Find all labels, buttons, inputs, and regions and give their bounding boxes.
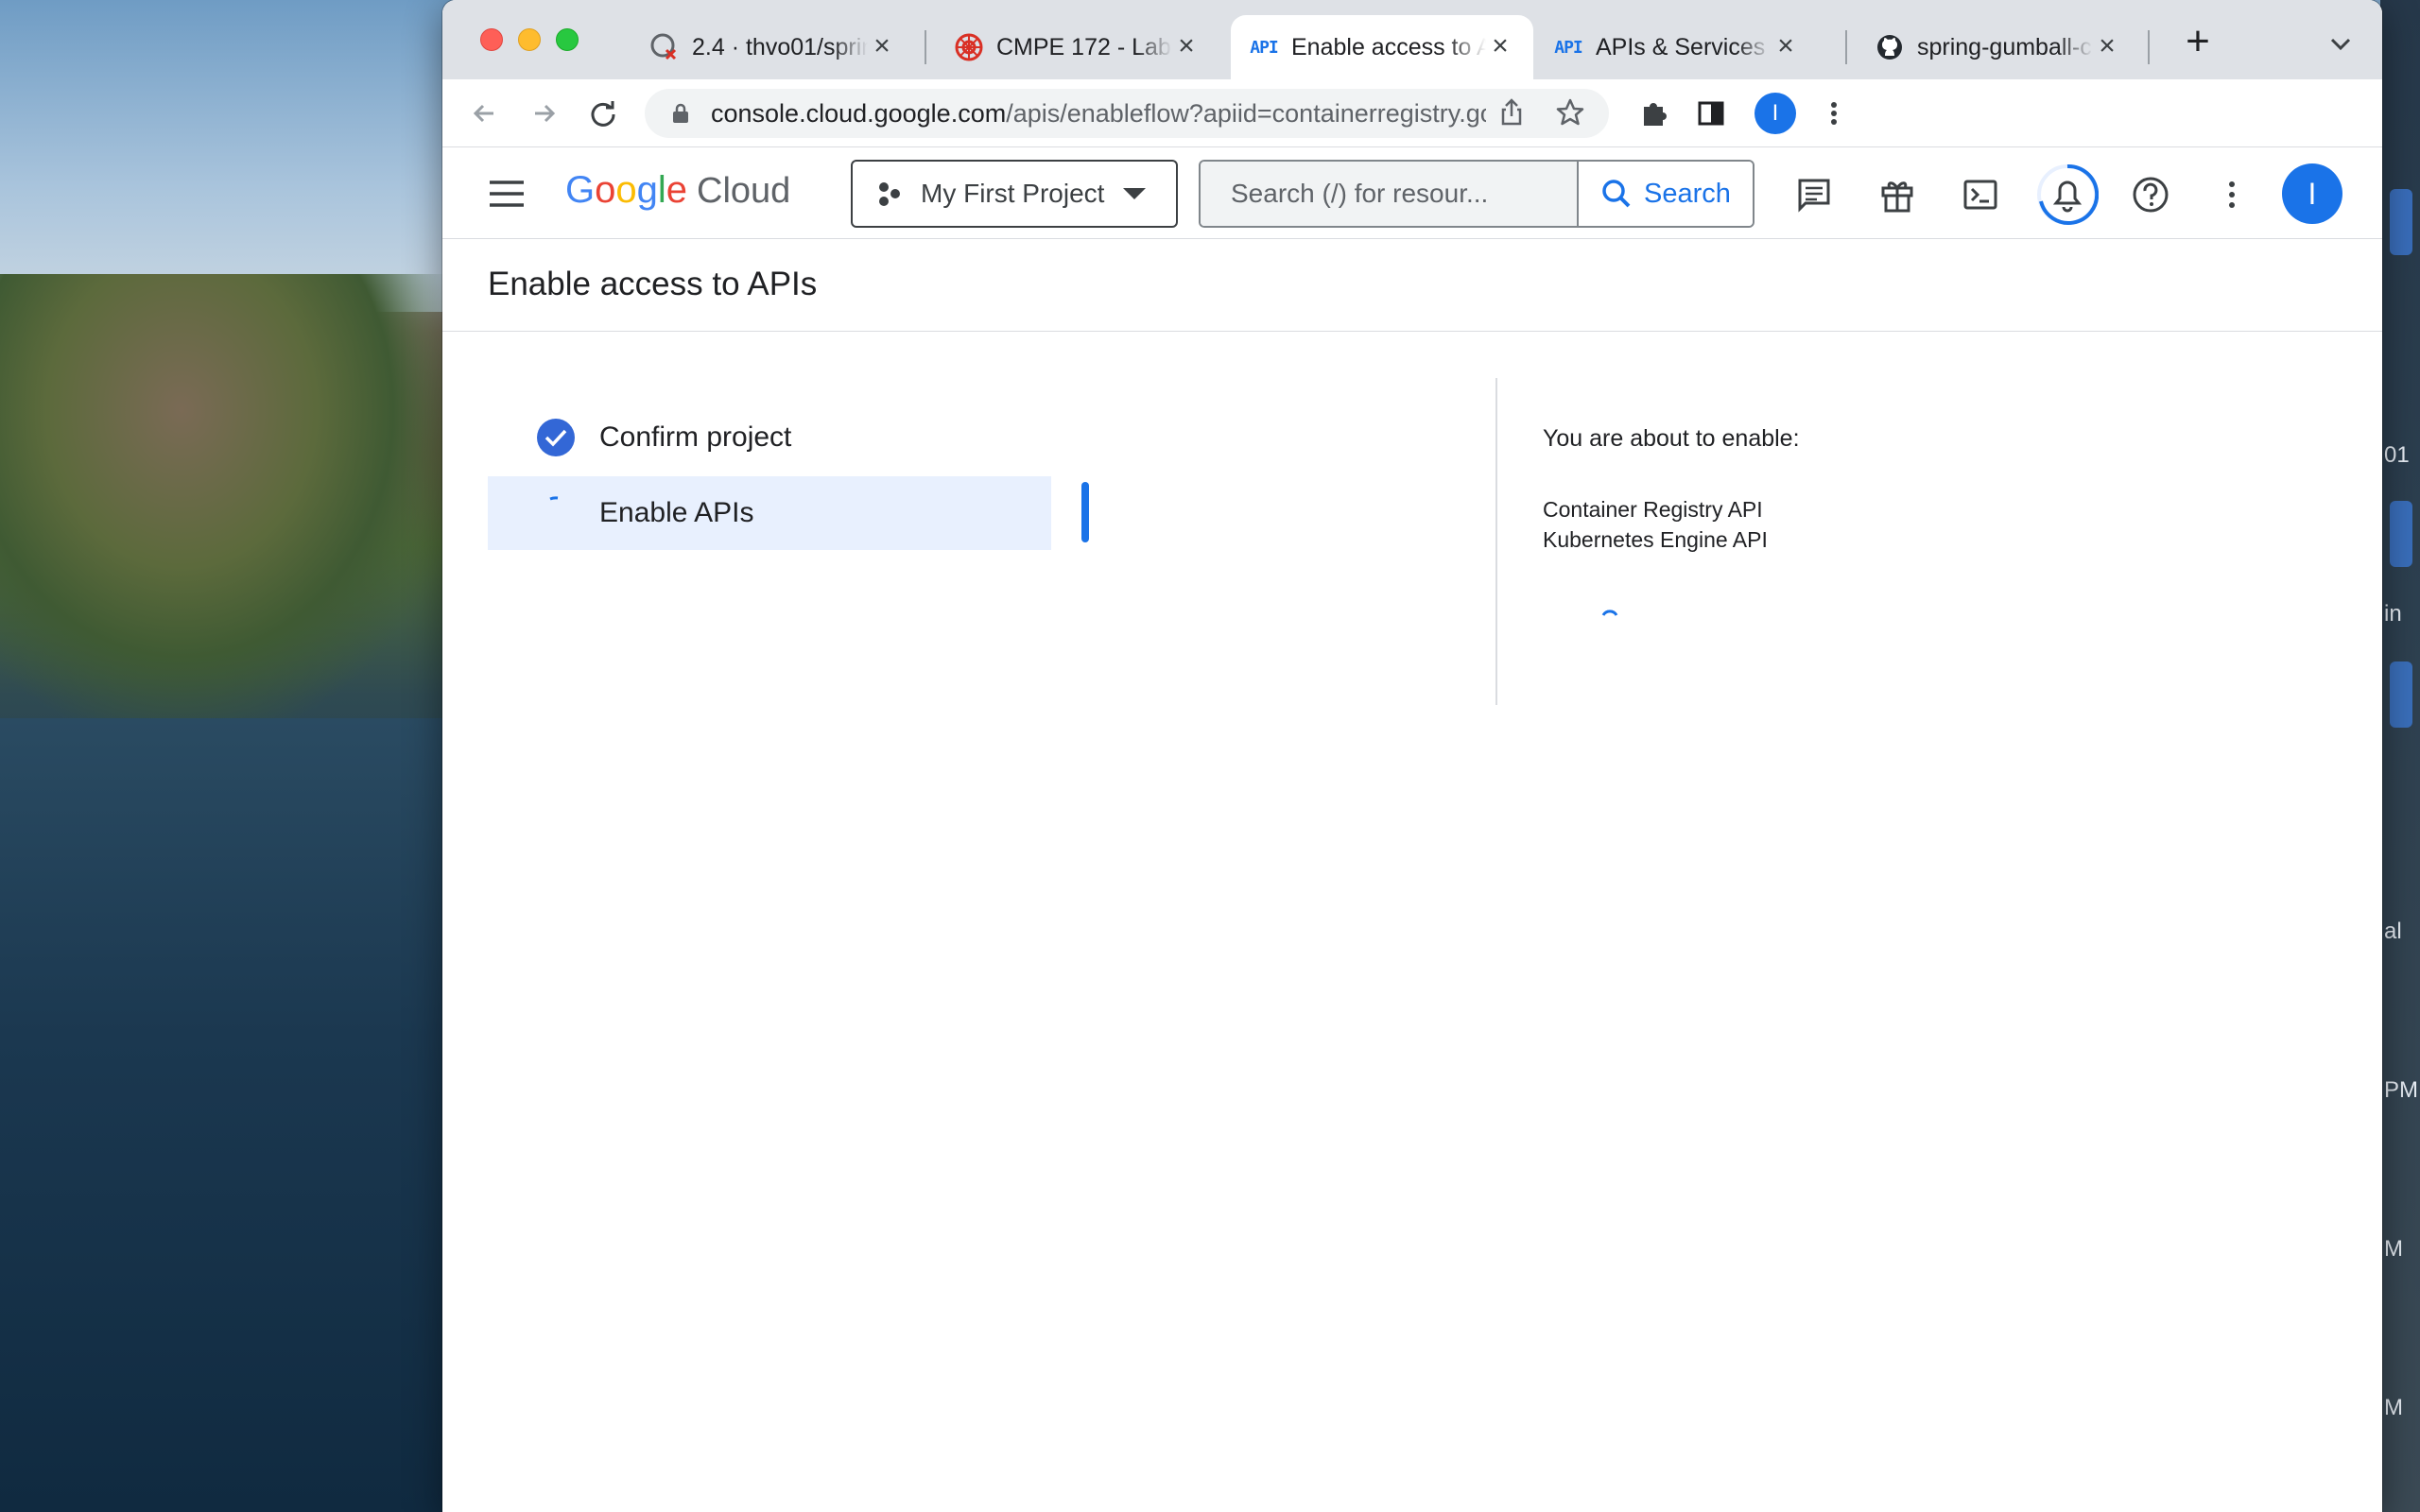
wallpaper-sky <box>0 0 454 312</box>
github-error-icon <box>650 33 679 61</box>
chrome-profile-avatar[interactable]: I <box>1754 93 1796 134</box>
tab-cmpe-172[interactable]: CMPE 172 - Lab # × <box>936 15 1219 79</box>
peek-text: M <box>2384 1236 2403 1262</box>
tab-title: 2.4 · thvo01/spring <box>692 33 868 60</box>
tab-apis-services[interactable]: API APIs & Services – × <box>1535 15 1819 79</box>
close-tab-icon[interactable]: × <box>2093 32 2121 61</box>
step-label: Enable APIs <box>599 497 754 528</box>
close-tab-icon[interactable]: × <box>1172 32 1201 61</box>
resource-search: Search <box>1199 160 1754 228</box>
back-arrow-icon[interactable] <box>465 94 503 132</box>
api-icon: API <box>1250 37 1279 58</box>
close-window-button[interactable] <box>480 28 503 51</box>
project-name: My First Project <box>921 179 1105 208</box>
tab-enable-access[interactable]: API Enable access to APIs × <box>1231 15 1533 79</box>
browser-window: 2.4 · thvo01/spring × CMPE 172 - Lab # ×… <box>442 0 2382 1512</box>
dropdown-caret-icon <box>1123 188 1147 199</box>
peek-button <box>2390 189 2412 255</box>
bookmark-star-icon[interactable] <box>1554 96 1586 133</box>
new-tab-button[interactable]: + <box>2174 19 2221 66</box>
url-path: /apis/enableflow?apiid=containerregistry… <box>1006 98 1486 128</box>
page-title: Enable access to APIs <box>488 266 818 302</box>
search-input[interactable] <box>1201 162 1577 226</box>
tab-separator <box>2148 30 2150 64</box>
address-bar[interactable]: console.cloud.google.com/apis/enableflow… <box>645 89 1609 138</box>
close-tab-icon[interactable]: × <box>1772 32 1800 61</box>
tab-separator <box>925 30 926 64</box>
url-host: console.cloud.google.com <box>711 98 1007 128</box>
tab-title: APIs & Services – <box>1596 33 1772 60</box>
loading-spinner-icon <box>1601 609 1618 620</box>
feedback-chat-icon[interactable] <box>1792 173 1836 216</box>
peek-text: al <box>2384 919 2402 944</box>
enable-content-panel: You are about to enable: Container Regis… <box>1543 425 2299 555</box>
side-panel-icon[interactable] <box>1692 94 1730 132</box>
tab-title: Enable access to APIs <box>1291 33 1486 60</box>
gift-icon[interactable] <box>1876 173 1919 216</box>
gcp-header: Google Cloud My First Project Search (/)… <box>442 148 2382 239</box>
project-picker-button[interactable]: My First Project <box>851 160 1178 228</box>
maximize-window-button[interactable] <box>556 28 579 51</box>
tab-strip: 2.4 · thvo01/spring × CMPE 172 - Lab # ×… <box>442 0 2382 79</box>
peek-text: PM <box>2384 1077 2418 1103</box>
search-button-label: Search <box>1644 178 1731 209</box>
tab-spring-gumball[interactable]: spring-gumball-c × <box>1857 15 2140 79</box>
minimize-window-button[interactable] <box>518 28 541 51</box>
api-icon: API <box>1554 37 1583 58</box>
account-avatar[interactable]: I <box>2282 163 2342 224</box>
active-step-indicator <box>1081 482 1089 542</box>
share-icon[interactable] <box>1495 96 1528 133</box>
forward-arrow-icon[interactable] <box>526 94 563 132</box>
check-circle-icon <box>535 417 577 458</box>
step-confirm-project[interactable]: Confirm project <box>488 401 1051 474</box>
tab-separator <box>1845 30 1847 64</box>
search-icon <box>1602 180 1631 208</box>
close-tab-icon[interactable]: × <box>1486 32 1514 61</box>
about-to-enable-label: You are about to enable: <box>1543 425 1800 452</box>
peek-text: M <box>2384 1395 2403 1420</box>
loading-spinner-icon <box>535 492 577 534</box>
google-wordmark: Google <box>565 169 688 211</box>
main-menu-icon[interactable] <box>486 175 527 213</box>
peek-button <box>2390 662 2412 728</box>
browser-toolbar: console.cloud.google.com/apis/enableflow… <box>442 79 2382 147</box>
step-enable-apis[interactable]: Enable APIs <box>488 476 1051 550</box>
background-window-peek: 01 in al PM M M <box>2380 0 2420 1512</box>
tab-title: spring-gumball-c <box>1917 33 2092 60</box>
step-label: Confirm project <box>599 421 792 453</box>
api-list: Container Registry API Kubernetes Engine… <box>1543 494 2299 555</box>
github-icon <box>1876 33 1904 61</box>
chrome-menu-icon[interactable] <box>1815 94 1853 132</box>
tab-github-spring[interactable]: 2.4 · thvo01/spring × <box>631 15 915 79</box>
peek-text: in <box>2384 601 2402 627</box>
extensions-puzzle-icon[interactable] <box>1635 94 1673 132</box>
enable-flow-stepper: Confirm project Enable APIs <box>488 378 1097 705</box>
tab-title: CMPE 172 - Lab # <box>996 33 1172 60</box>
project-icon <box>875 180 904 208</box>
google-cloud-logo[interactable]: Google Cloud <box>565 169 790 216</box>
list-item: Container Registry API <box>1543 497 1763 522</box>
lock-icon[interactable] <box>669 102 692 125</box>
cloud-wordmark: Cloud <box>697 171 791 211</box>
list-item: Kubernetes Engine API <box>1543 527 1768 552</box>
search-button[interactable]: Search <box>1577 162 1753 226</box>
close-tab-icon[interactable]: × <box>868 32 896 61</box>
vertical-divider <box>1495 378 1497 705</box>
more-options-icon[interactable] <box>2210 173 2254 216</box>
reload-icon[interactable] <box>584 94 622 132</box>
sjsu-icon <box>955 33 983 61</box>
help-icon[interactable] <box>2129 173 2172 216</box>
wallpaper-sea <box>0 718 454 1512</box>
notifications-bell-icon[interactable] <box>2036 163 2099 226</box>
cloud-shell-terminal-icon[interactable] <box>1959 173 2002 216</box>
wallpaper-mountain <box>0 274 454 728</box>
url-text[interactable]: console.cloud.google.com/apis/enableflow… <box>711 99 1486 129</box>
peek-text: 01 <box>2384 442 2410 468</box>
peek-button <box>2390 501 2412 567</box>
page-title-bar: Enable access to APIs <box>442 239 2382 332</box>
tab-search-chevron-icon[interactable] <box>2324 26 2358 60</box>
